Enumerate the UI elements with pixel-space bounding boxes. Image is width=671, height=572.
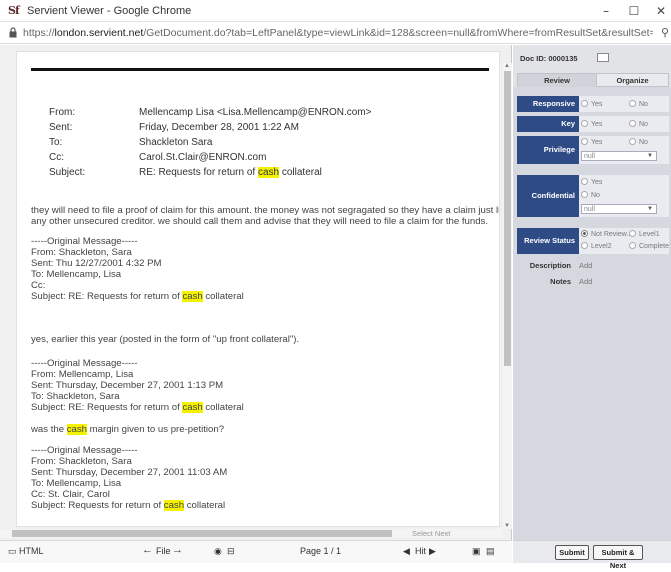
address-bar[interactable]: https://london.servient.net/GetDocument.… xyxy=(0,22,671,44)
zoom-icon[interactable]: ⚲ xyxy=(661,26,669,39)
document-page: From: Mellencamp Lisa <Lisa.Mellencamp@E… xyxy=(16,51,500,527)
header-value: RE: Requests for return of cash collater… xyxy=(139,167,322,178)
header-label: From: xyxy=(49,107,76,118)
search-hit-highlight[interactable]: cash xyxy=(163,500,185,511)
document-info-icon[interactable] xyxy=(597,53,609,62)
description-add-link[interactable]: Add xyxy=(579,261,592,270)
search-hit-highlight[interactable]: cash xyxy=(66,424,87,435)
monitor-icon: ▭ xyxy=(8,546,17,556)
header-value: Shackleton Sara xyxy=(139,137,213,148)
next-file-icon[interactable]: → xyxy=(172,544,183,556)
email-body-2: yes, earlier this year (posted in the fo… xyxy=(31,334,300,345)
header-label: Sent: xyxy=(49,122,73,133)
status-level2-radio[interactable]: Level2 xyxy=(581,242,612,250)
search-hit-highlight[interactable]: cash xyxy=(182,402,203,413)
confidential-select[interactable]: null ▼ xyxy=(581,204,657,214)
doc-id: Doc ID: 0000135 xyxy=(520,54,578,63)
scroll-down-icon[interactable]: ▼ xyxy=(504,523,510,529)
excel-icon[interactable]: ▣ xyxy=(472,546,481,557)
review-panel: Doc ID: 0000135 Review Organize Responsi… xyxy=(513,45,671,570)
key-field: Yes No xyxy=(579,116,669,132)
scrollbar-thumb[interactable] xyxy=(504,71,511,366)
url-host: london.servient.net xyxy=(54,27,144,39)
confidential-yes-radio[interactable]: Yes xyxy=(581,178,602,186)
next-hit-icon[interactable]: ▶ xyxy=(429,546,436,557)
confidential-no-radio[interactable]: No xyxy=(581,191,600,199)
original-message-1: -----Original Message----- From: Shackle… xyxy=(31,236,244,302)
search-hit-highlight[interactable]: cash xyxy=(182,291,203,302)
notes-label: Notes xyxy=(550,277,571,286)
privilege-field: Yes No null ▼ xyxy=(579,136,669,164)
chevron-down-icon: ▼ xyxy=(647,153,653,159)
lock-icon xyxy=(9,27,17,38)
responsive-no-radio[interactable]: No xyxy=(629,100,648,108)
header-label: To: xyxy=(49,137,63,148)
url-text[interactable]: https://london.servient.net/GetDocument.… xyxy=(23,27,653,39)
review-fields: Responsive Yes No Key Yes No Privilege Y… xyxy=(513,87,671,563)
panel-toggle-icon[interactable]: ⊟ xyxy=(227,546,235,557)
description-label: Description xyxy=(529,261,571,270)
review-panel-header: Doc ID: 0000135 xyxy=(513,45,671,69)
search-hit-highlight[interactable]: cash xyxy=(257,167,280,178)
privilege-yes-radio[interactable]: Yes xyxy=(581,138,602,146)
page-indicator: Page 1 / 1 xyxy=(300,546,342,556)
status-not-reviewed-radio[interactable]: Not Review... xyxy=(581,230,632,238)
chevron-down-icon: ▼ xyxy=(647,206,653,212)
email-body-3: was the cash margin given to us pre-peti… xyxy=(31,424,225,435)
minimize-icon[interactable]: – xyxy=(596,3,616,19)
submit-button[interactable]: Submit xyxy=(555,545,589,560)
responsive-label: Responsive xyxy=(517,96,579,112)
html-view-button[interactable]: ▭ HTML xyxy=(8,546,44,557)
responsive-yes-radio[interactable]: Yes xyxy=(581,100,602,108)
privilege-label: Privilege xyxy=(517,136,579,164)
vertical-scrollbar[interactable]: ▲ ▼ xyxy=(503,63,512,529)
window-title: Servient Viewer - Google Chrome xyxy=(27,5,192,17)
document-panel: From: Mellencamp Lisa <Lisa.Mellencamp@E… xyxy=(0,45,512,563)
header-value: Mellencamp Lisa <Lisa.Mellencamp@ENRON.c… xyxy=(139,107,372,118)
previous-file-icon[interactable]: ← xyxy=(142,544,153,556)
select-next-link[interactable]: Select Next xyxy=(412,529,450,538)
privilege-select[interactable]: null ▼ xyxy=(581,151,657,161)
tab-review[interactable]: Review xyxy=(517,73,597,87)
servient-logo: Sf xyxy=(8,4,20,17)
window-titlebar: Sf Servient Viewer - Google Chrome – ☐ ✕ xyxy=(0,0,671,22)
review-status-field: Not Review... Level1 Level2 Complete xyxy=(579,228,669,254)
key-yes-radio[interactable]: Yes xyxy=(581,120,602,128)
confidential-label: Confidential xyxy=(517,175,579,217)
url-prefix: https:// xyxy=(23,27,55,39)
responsive-field: Yes No xyxy=(579,96,669,112)
privilege-no-radio[interactable]: No xyxy=(629,138,648,146)
submit-next-button[interactable]: Submit & Next xyxy=(593,545,643,570)
confidential-field: Yes No null ▼ xyxy=(579,175,669,217)
original-message-3: -----Original Message----- From: Shackle… xyxy=(31,445,228,511)
header-value: Carol.St.Clair@ENRON.com xyxy=(139,152,267,163)
original-message-2: -----Original Message----- From: Mellenc… xyxy=(31,358,244,413)
review-status-label: Review Status xyxy=(517,228,579,254)
review-footer: Submit Submit & Next xyxy=(513,540,671,570)
pdf-icon[interactable]: ▤ xyxy=(486,546,495,557)
close-icon[interactable]: ✕ xyxy=(651,3,671,19)
notes-add-link[interactable]: Add xyxy=(579,277,592,286)
tab-organize[interactable]: Organize xyxy=(597,73,669,87)
url-path: /GetDocument.do?tab=LeftPanel&type=viewL… xyxy=(143,27,653,39)
review-tabs: Review Organize xyxy=(513,73,671,87)
scrollbar-thumb[interactable] xyxy=(12,530,392,537)
eye-icon[interactable]: ◉ xyxy=(214,546,222,557)
key-no-radio[interactable]: No xyxy=(629,120,648,128)
status-level1-radio[interactable]: Level1 xyxy=(629,230,660,238)
key-label: Key xyxy=(517,116,579,132)
file-nav-label: File xyxy=(156,546,171,556)
header-value: Friday, December 28, 2001 1:22 AM xyxy=(139,122,299,133)
status-complete-radio[interactable]: Complete xyxy=(629,242,669,250)
header-label: Subject: xyxy=(49,167,86,178)
email-body-1: they will need to file a proof of claim … xyxy=(31,205,500,227)
hit-label: Hit xyxy=(415,546,426,556)
document-toolbar: ▭ HTML ← File → ◉ ⊟ Page 1 / 1 ◀ Hit ▶ ▣… xyxy=(0,540,512,563)
header-label: Cc: xyxy=(49,152,64,163)
maximize-icon[interactable]: ☐ xyxy=(624,3,644,19)
previous-hit-icon[interactable]: ◀ xyxy=(403,546,410,557)
scroll-up-icon[interactable]: ▲ xyxy=(504,63,510,69)
document-header-rule xyxy=(31,68,489,71)
